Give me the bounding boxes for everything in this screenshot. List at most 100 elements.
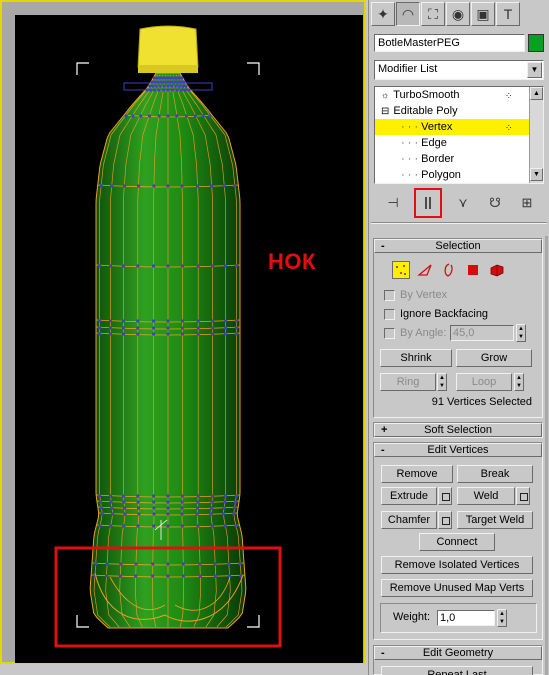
edit-vertices-title: Edit Vertices xyxy=(427,444,489,456)
chamfer-settings-icon[interactable] xyxy=(438,511,452,529)
selection-title: Selection xyxy=(435,240,481,252)
stack-item-polygon[interactable]: · · · Polygon xyxy=(375,167,529,183)
show-end-result-icon xyxy=(425,197,431,209)
stack-item-label: Edge xyxy=(421,137,447,149)
extrude-button[interactable]: Extrude xyxy=(381,487,437,505)
weight-field[interactable]: 1,0 xyxy=(437,610,495,626)
stack-item-border[interactable]: · · · Border xyxy=(375,151,529,167)
repeat-last-button[interactable]: Repeat Last xyxy=(381,666,533,675)
expand-collapse-icon[interactable]: ⊟ xyxy=(381,106,389,117)
stack-item-label: Border xyxy=(421,153,455,165)
weight-spinner[interactable]: ▲ ▼ xyxy=(497,609,507,627)
extrude-settings-icon[interactable] xyxy=(438,487,452,505)
object-name-field[interactable]: BotleMasterPEG xyxy=(374,34,525,52)
utilities-tab-icon[interactable]: T xyxy=(496,2,520,26)
border-mode-icon[interactable] xyxy=(440,261,458,279)
configure-modifier-sets-icon[interactable]: ⊞ xyxy=(516,192,538,214)
edit-geometry-rollout-header[interactable]: - Edit Geometry xyxy=(374,646,542,660)
display-tab-icon[interactable]: ▣ xyxy=(471,2,495,26)
by-angle-field[interactable]: 45,0 xyxy=(450,325,514,341)
loop-button[interactable]: Loop xyxy=(456,373,512,391)
object-color-swatch[interactable] xyxy=(528,34,544,52)
weight-label: Weight: xyxy=(393,611,431,623)
shrink-button[interactable]: Shrink xyxy=(380,349,452,367)
modifier-stack-scrollbar[interactable]: ▲ ▼ xyxy=(529,87,543,183)
by-angle-checkbox[interactable]: By Angle: xyxy=(384,325,446,341)
command-panel: ✦ ◠ ⛶ ◉ ▣ T BotleMasterPEG Modifier List ▼ ☼ T… xyxy=(368,0,549,675)
grow-button[interactable]: Grow xyxy=(456,349,532,367)
selection-rollout: - Selection By Vertex Ignore Backfacing B… xyxy=(373,238,543,418)
create-tab-icon[interactable]: ✦ xyxy=(371,2,395,26)
pin-stack-icon[interactable]: ⊣ xyxy=(382,192,404,214)
panel-divider xyxy=(371,222,547,224)
viewport-canvas[interactable]: НОК xyxy=(15,15,363,663)
dropdown-arrow-icon[interactable]: ▼ xyxy=(527,62,542,78)
ignore-backfacing-checkbox[interactable]: Ignore Backfacing xyxy=(384,306,488,322)
ignore-backfacing-label: Ignore Backfacing xyxy=(400,308,489,320)
vertex-mode-icon[interactable] xyxy=(392,261,410,279)
stack-toolbar: ⊣ ⋎ ☋ ⊞ xyxy=(374,188,544,218)
stack-item-vertex[interactable]: · · · Vertex ·:· xyxy=(375,119,529,135)
subobject-dots-icon: ·:· xyxy=(505,122,512,132)
modifier-list-label: Modifier List xyxy=(378,63,438,75)
by-angle-spinner[interactable]: ▲ ▼ xyxy=(516,324,526,342)
edit-vertices-rollout-header[interactable]: - Edit Vertices xyxy=(374,443,542,457)
scroll-down-icon[interactable]: ▼ xyxy=(530,168,543,181)
soft-selection-rollout: + Soft Selection xyxy=(373,422,543,438)
modifier-list-dropdown[interactable]: Modifier List ▼ xyxy=(374,60,544,80)
element-mode-icon[interactable] xyxy=(488,261,506,279)
by-angle-label: By Angle: xyxy=(400,327,447,339)
modifier-on-icon[interactable]: ☼ xyxy=(381,90,389,100)
selection-rollout-header[interactable]: - Selection xyxy=(374,239,542,253)
remove-unused-map-verts-button[interactable]: Remove Unused Map Verts xyxy=(381,579,533,597)
remove-button[interactable]: Remove xyxy=(381,465,453,483)
make-unique-icon[interactable]: ⋎ xyxy=(452,192,474,214)
by-vertex-label: By Vertex xyxy=(400,289,448,301)
scroll-up-icon[interactable]: ▲ xyxy=(530,87,543,100)
remove-isolated-vertices-button[interactable]: Remove Isolated Vertices xyxy=(381,556,533,574)
bottle-wireframe-render xyxy=(54,25,282,648)
modify-tab-icon[interactable]: ◠ xyxy=(396,2,420,26)
connect-button[interactable]: Connect xyxy=(419,533,495,551)
stack-item-label: TurboSmooth xyxy=(393,89,460,101)
stack-item-label: Vertex xyxy=(421,121,453,133)
stack-item-label: Polygon xyxy=(421,169,461,181)
edit-geometry-rollout: - Edit Geometry Repeat Last xyxy=(373,645,543,675)
by-vertex-checkbox[interactable]: By Vertex xyxy=(384,287,447,303)
loop-spinner[interactable]: ▲ ▼ xyxy=(514,373,524,391)
stack-item-turbosmooth[interactable]: ☼ TurboSmooth ·:· xyxy=(375,87,529,103)
perspective-viewport[interactable]: НОК xyxy=(0,0,366,664)
chamfer-button[interactable]: Chamfer xyxy=(381,511,437,529)
ignore-backfacing-box[interactable] xyxy=(384,308,395,320)
polygon-mode-icon[interactable] xyxy=(464,261,482,279)
by-angle-box[interactable] xyxy=(384,327,395,339)
motion-tab-icon[interactable]: ◉ xyxy=(446,2,470,26)
soft-selection-title: Soft Selection xyxy=(424,424,492,436)
panel-scrollbar[interactable] xyxy=(545,236,548,675)
soft-selection-rollout-header[interactable]: + Soft Selection xyxy=(374,423,542,437)
selection-status: 91 Vertices Selected xyxy=(431,396,532,408)
stack-item-label: Editable Poly xyxy=(393,105,458,117)
remove-modifier-icon[interactable]: ☋ xyxy=(484,192,506,214)
edge-mode-icon[interactable] xyxy=(416,261,434,279)
weld-button[interactable]: Weld xyxy=(457,487,515,505)
modifier-stack[interactable]: ☼ TurboSmooth ·:· ⊟ Editable Poly · · · Verte… xyxy=(374,86,544,184)
subobject-dots-icon: ·:· xyxy=(505,90,512,100)
hierarchy-tab-icon[interactable]: ⛶ xyxy=(421,2,445,26)
ring-spinner[interactable]: ▲ ▼ xyxy=(437,373,447,391)
stack-item-editable-poly[interactable]: ⊟ Editable Poly xyxy=(375,103,529,119)
by-vertex-box[interactable] xyxy=(384,289,395,301)
scroll-track[interactable] xyxy=(530,100,543,168)
weight-group: Weight: 1,0 ▲ ▼ xyxy=(380,603,537,633)
ring-button[interactable]: Ring xyxy=(380,373,436,391)
subobject-icons xyxy=(392,261,506,279)
rollout-expand-sign: + xyxy=(381,424,388,436)
weld-settings-icon[interactable] xyxy=(516,487,530,505)
annotation-text: НОК xyxy=(268,249,316,274)
break-button[interactable]: Break xyxy=(457,465,533,483)
stack-item-edge[interactable]: · · · Edge xyxy=(375,135,529,151)
target-weld-button[interactable]: Target Weld xyxy=(457,511,533,529)
command-panel-tabs: ✦ ◠ ⛶ ◉ ▣ T xyxy=(371,2,547,28)
object-name-row: BotleMasterPEG xyxy=(374,34,544,52)
show-end-result-button[interactable] xyxy=(414,188,442,218)
